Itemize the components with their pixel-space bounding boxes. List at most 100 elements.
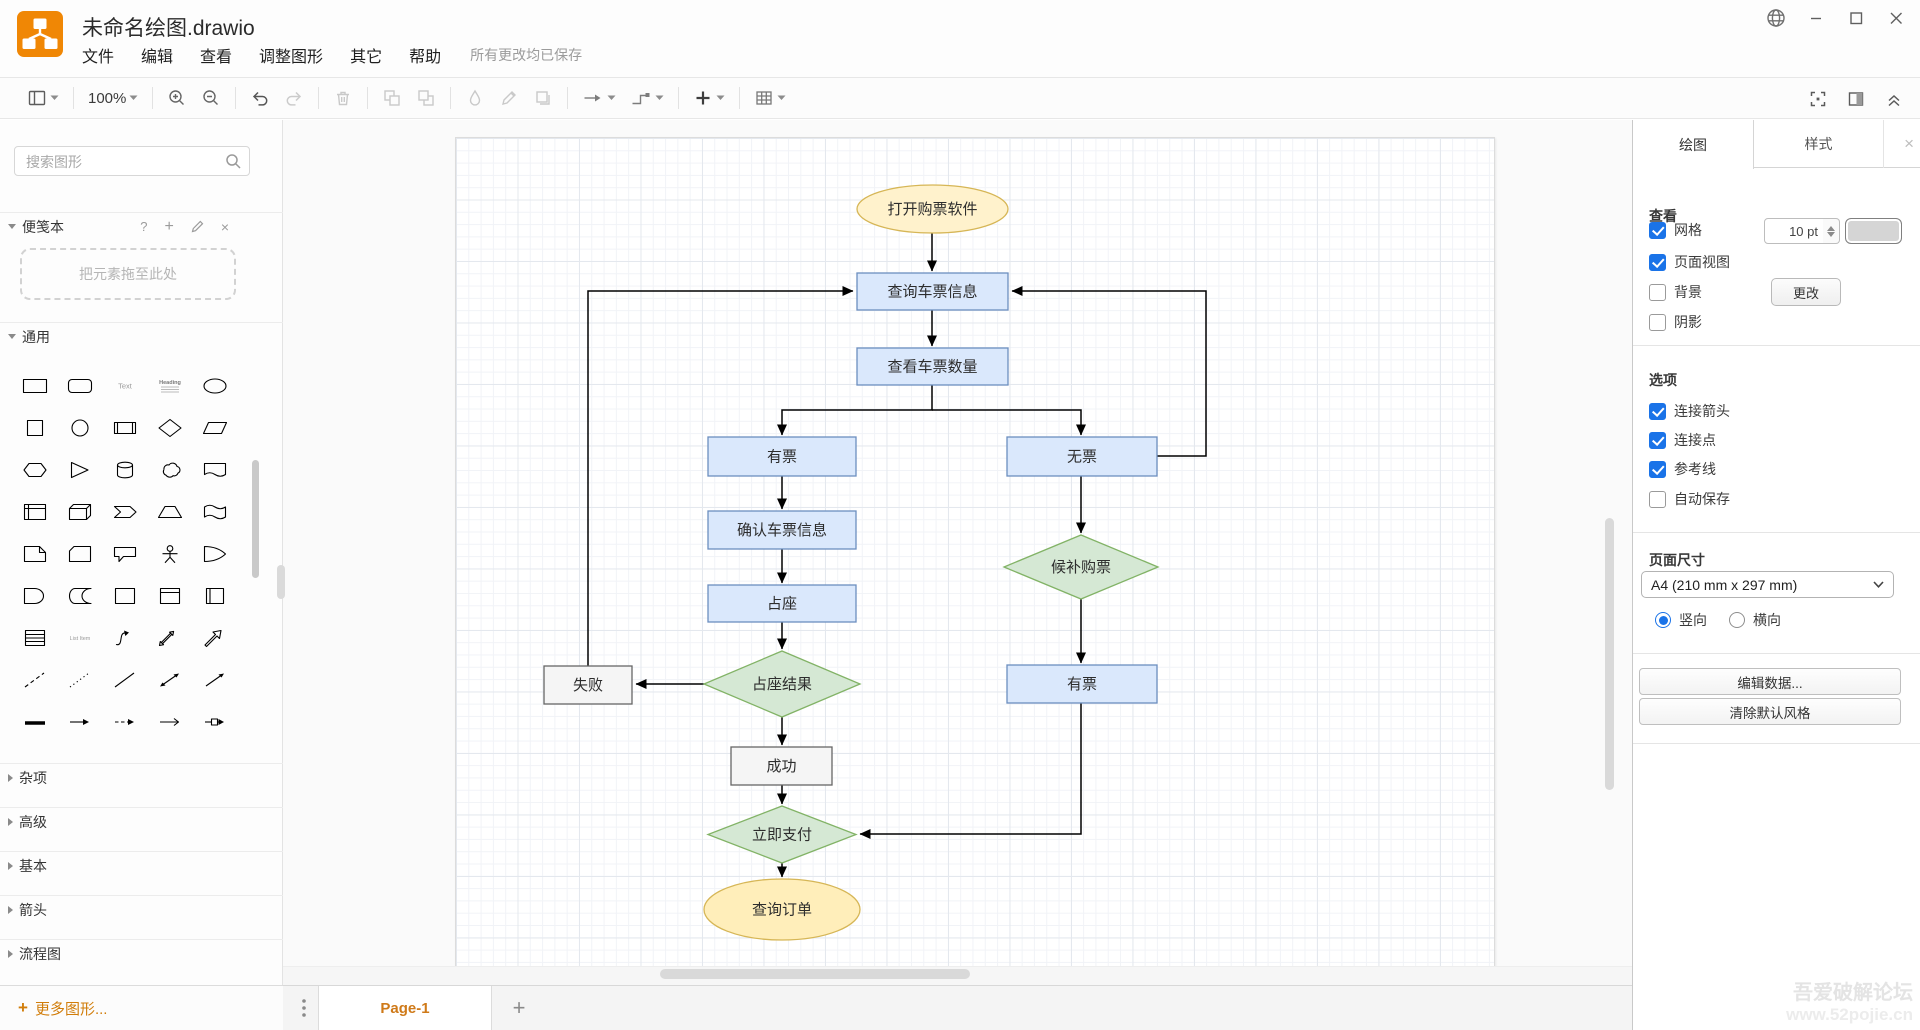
- vertical-scrollbar[interactable]: [1605, 518, 1614, 790]
- guides-checkbox[interactable]: [1649, 460, 1666, 478]
- shape-bidirectional-connector-icon[interactable]: [147, 659, 192, 701]
- shape-annotation-connector-icon[interactable]: [192, 701, 237, 743]
- shape-and-icon[interactable]: [12, 575, 57, 617]
- shape-list-item-icon[interactable]: List Item: [57, 617, 102, 659]
- shape-or-icon[interactable]: [192, 533, 237, 575]
- redo-button[interactable]: [284, 88, 304, 108]
- insert-button[interactable]: [693, 88, 725, 108]
- connection-style-button[interactable]: [582, 88, 616, 108]
- shape-card-icon[interactable]: [57, 533, 102, 575]
- shape-bidirectional-arrow-icon[interactable]: [147, 617, 192, 659]
- zoom-in-button[interactable]: [167, 88, 187, 108]
- pages-menu-icon[interactable]: [297, 997, 311, 1019]
- portrait-radio[interactable]: [1655, 612, 1671, 628]
- section-general[interactable]: 通用: [0, 322, 283, 350]
- shape-cloud-icon[interactable]: [147, 449, 192, 491]
- to-front-button[interactable]: [382, 88, 402, 108]
- shape-curve-icon[interactable]: [102, 617, 147, 659]
- shape-document-icon[interactable]: [192, 449, 237, 491]
- shape-container-icon[interactable]: [102, 575, 147, 617]
- autosave-checkbox[interactable]: [1649, 490, 1666, 508]
- shape-thin-arrow-icon[interactable]: [147, 701, 192, 743]
- shape-parallelogram-icon[interactable]: [192, 407, 237, 449]
- flow-node-waitlist[interactable]: 候补购票: [1002, 534, 1160, 600]
- waypoint-style-button[interactable]: [630, 88, 664, 108]
- connection-arrows-checkbox[interactable]: [1649, 402, 1666, 420]
- table-button[interactable]: [754, 88, 786, 108]
- shape-step-icon[interactable]: [102, 491, 147, 533]
- shape-line-icon[interactable]: [102, 659, 147, 701]
- grid-color-swatch[interactable]: [1845, 218, 1902, 244]
- flow-edge-3[interactable]: [932, 409, 1086, 436]
- zoom-out-button[interactable]: [201, 88, 221, 108]
- shadow-button[interactable]: [533, 88, 553, 108]
- to-back-button[interactable]: [416, 88, 436, 108]
- undo-button[interactable]: [250, 88, 270, 108]
- flow-edge-2[interactable]: [777, 385, 933, 436]
- more-shapes-button[interactable]: + 更多图形...: [0, 985, 283, 1030]
- section-arrows[interactable]: 箭头: [0, 895, 283, 923]
- menu-extras[interactable]: 其它: [350, 43, 382, 67]
- flow-node-order[interactable]: 查询订单: [703, 878, 861, 941]
- format-panel-toggle-button[interactable]: [1846, 89, 1866, 109]
- flow-node-start[interactable]: 打开购票软件: [856, 184, 1009, 234]
- shape-link-icon[interactable]: [12, 701, 57, 743]
- scratchpad-close-icon[interactable]: ×: [221, 219, 229, 235]
- scratchpad-dropzone[interactable]: 把元素拖至此处: [20, 248, 236, 300]
- add-page-button[interactable]: +: [505, 994, 533, 1022]
- shape-dotted-line-icon[interactable]: [57, 659, 102, 701]
- flow-node-confirm[interactable]: 确认车票信息: [707, 510, 857, 550]
- shadow-checkbox[interactable]: [1649, 313, 1666, 331]
- maximize-button[interactable]: [1844, 6, 1868, 30]
- shape-trapezoid-icon[interactable]: [147, 491, 192, 533]
- shape-simple-arrow-icon[interactable]: [57, 701, 102, 743]
- grid-checkbox[interactable]: [1649, 221, 1666, 239]
- shape-container-title-icon[interactable]: [147, 575, 192, 617]
- shape-diamond-icon[interactable]: [147, 407, 192, 449]
- page-tab[interactable]: Page-1: [318, 986, 492, 1030]
- collapse-toolbar-button[interactable]: [1884, 89, 1904, 109]
- sidebar-scrollbar[interactable]: [252, 460, 259, 578]
- language-globe-icon[interactable]: [1764, 6, 1788, 30]
- shape-cylinder-icon[interactable]: [102, 449, 147, 491]
- shape-callout-icon[interactable]: [102, 533, 147, 575]
- fit-page-button[interactable]: [1808, 89, 1828, 109]
- close-button[interactable]: [1884, 6, 1908, 30]
- shape-text-icon[interactable]: Text: [102, 365, 147, 407]
- shape-rounded-rectangle-icon[interactable]: [57, 365, 102, 407]
- shape-ellipse-icon[interactable]: [192, 365, 237, 407]
- shape-dashed-arrow-icon[interactable]: [102, 701, 147, 743]
- section-basic[interactable]: 基本: [0, 851, 283, 879]
- change-background-button[interactable]: 更改: [1771, 278, 1841, 306]
- flow-node-seat-result[interactable]: 占座结果: [702, 650, 862, 718]
- shape-data-storage-icon[interactable]: [57, 575, 102, 617]
- search-icon[interactable]: [225, 153, 242, 170]
- menu-file[interactable]: 文件: [82, 43, 114, 67]
- flow-node-count[interactable]: 查看车票数量: [856, 347, 1009, 386]
- minimize-button[interactable]: [1804, 6, 1828, 30]
- flow-node-pay[interactable]: 立即支付: [706, 805, 858, 864]
- flow-node-has-ticket[interactable]: 有票: [707, 436, 857, 477]
- tab-diagram[interactable]: 绘图: [1633, 120, 1754, 169]
- scratchpad-edit-icon[interactable]: [191, 220, 204, 233]
- scratchpad-add-icon[interactable]: +: [164, 218, 173, 236]
- edit-data-button[interactable]: 编辑数据...: [1639, 668, 1901, 695]
- shape-circle-icon[interactable]: [57, 407, 102, 449]
- scratchpad-header[interactable]: 便笺本 ? + ×: [0, 212, 283, 240]
- fill-color-button[interactable]: [465, 88, 485, 108]
- shape-hexagon-icon[interactable]: [12, 449, 57, 491]
- flow-node-success[interactable]: 成功: [730, 746, 833, 786]
- section-advanced[interactable]: 高级: [0, 807, 283, 835]
- sidebar-resize-handle[interactable]: [277, 565, 285, 599]
- shape-heading-icon[interactable]: Heading: [147, 365, 192, 407]
- shape-internal-storage-icon[interactable]: [12, 491, 57, 533]
- shape-list-icon[interactable]: [12, 617, 57, 659]
- section-flowchart[interactable]: 流程图: [0, 939, 283, 967]
- shape-note-icon[interactable]: [12, 533, 57, 575]
- shape-process-icon[interactable]: [102, 407, 147, 449]
- landscape-radio[interactable]: [1729, 612, 1745, 628]
- shape-tape-icon[interactable]: [192, 491, 237, 533]
- page-view-checkbox[interactable]: [1649, 253, 1666, 271]
- menu-view[interactable]: 查看: [200, 43, 232, 67]
- flow-node-seat[interactable]: 占座: [707, 584, 857, 623]
